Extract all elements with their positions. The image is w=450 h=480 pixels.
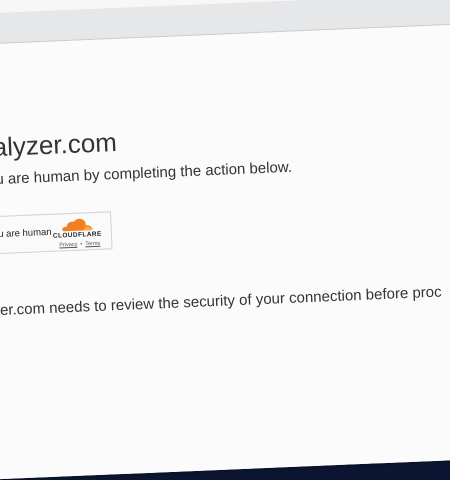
widget-footer-links: Privacy • Terms [59,241,100,249]
cloudflare-logo: CLOUDFLARE [52,217,103,240]
human-verification-widget[interactable]: y you are human CLOUDFLARE Privacy•Terms [0,211,113,256]
link-separator: • [80,241,83,248]
verify-human-label[interactable]: y you are human [0,227,52,241]
cloudflare-wordmark: CLOUDFLARE [52,230,102,240]
terms-link[interactable]: Terms [85,241,100,248]
page-title: nalyzer.com [0,126,118,163]
cloudflare-cloud-icon [62,218,93,232]
security-review-text: yzer.com needs to review the security of… [0,283,442,320]
instruction-text: you are human by completing the action b… [0,158,293,189]
monitor-screen: nalyzer.com you are human by completing … [0,0,450,480]
privacy-link[interactable]: Privacy [59,242,77,249]
challenge-page: nalyzer.com you are human by completing … [0,23,450,480]
